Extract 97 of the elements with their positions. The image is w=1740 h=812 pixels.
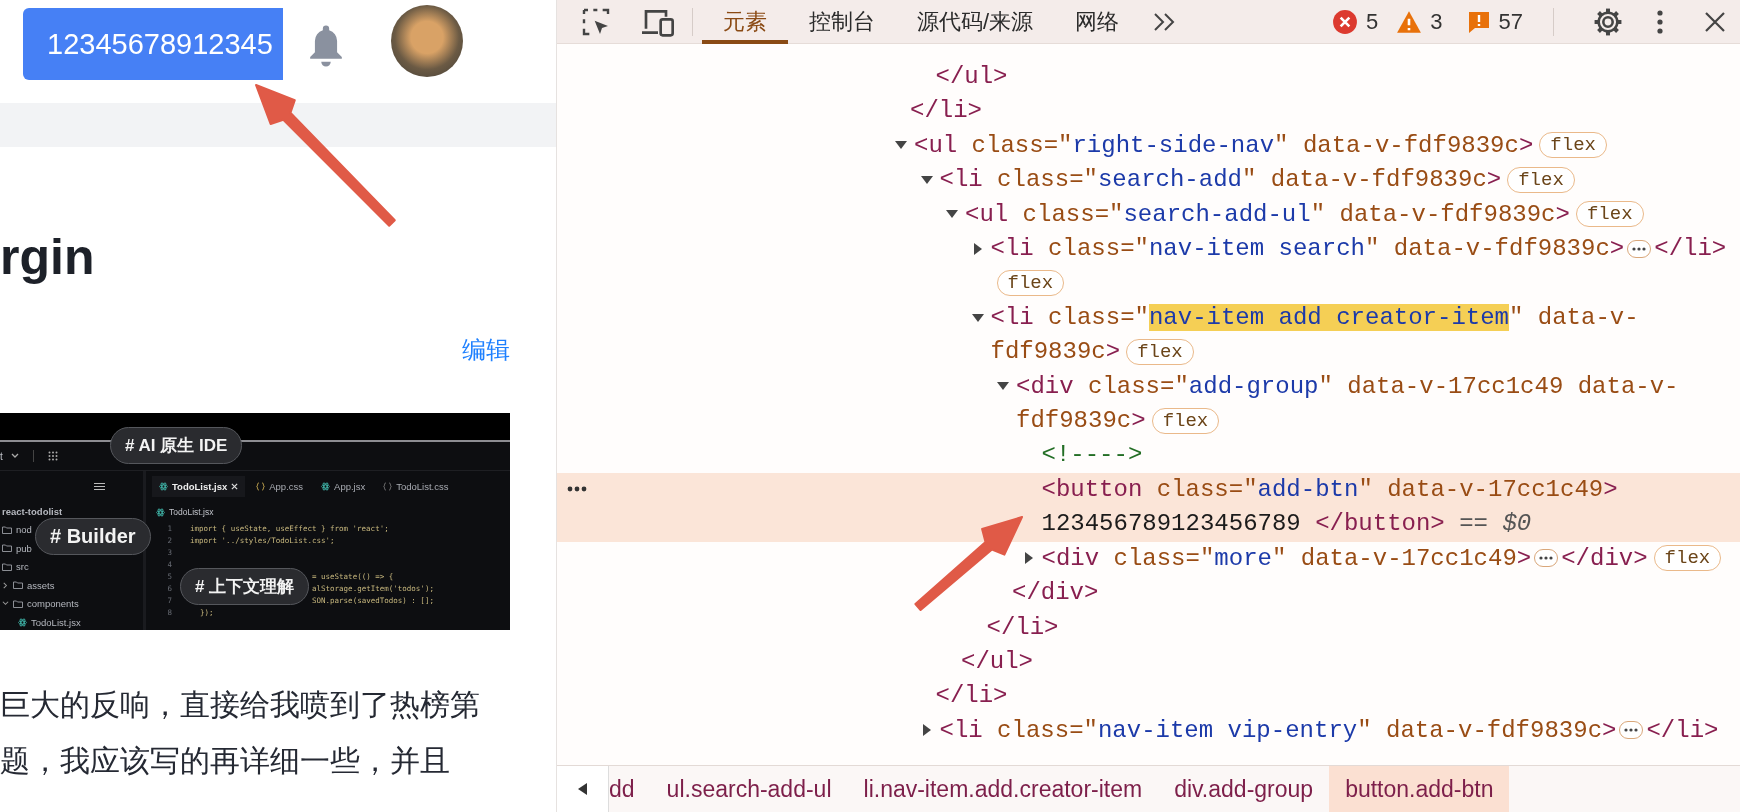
- braces-file-icon: [256, 482, 266, 491]
- file-tree-item[interactable]: pub: [16, 542, 32, 554]
- chevron-down-icon: [10, 453, 19, 459]
- expand-button[interactable]: [1627, 239, 1652, 258]
- html-tag-code: <div class="add-group" data-v-17cc1c49 data-v-: [1016, 372, 1679, 400]
- dom-tree-row[interactable]: <li class="search-add" data-v-fdf9839c> flex: [557, 163, 1740, 198]
- html-tag-code: fdf9839c>: [1016, 407, 1146, 435]
- issues-button[interactable]: 57: [1466, 8, 1523, 35]
- scroll-left-button[interactable]: [557, 766, 609, 812]
- file-tree-item[interactable]: assets: [27, 579, 55, 591]
- error-icon: [1332, 8, 1358, 35]
- warning-icon: [1396, 9, 1423, 34]
- flex-badge[interactable]: flex: [1126, 338, 1194, 365]
- html-tag-code: fdf9839c>: [990, 338, 1121, 366]
- file-tree-item[interactable]: react-todolist: [2, 505, 63, 517]
- react-file-icon: [321, 482, 331, 491]
- file-breadcrumb: TodoList.jsx: [169, 507, 214, 517]
- ellipsis-icon: [1539, 556, 1554, 561]
- ellipsis-icon: [1632, 246, 1647, 251]
- breadcrumb-item[interactable]: div.add-group: [1158, 766, 1330, 812]
- dom-tree-row[interactable]: <ul class="right-side-nav" data-v-fdf9839c> flex: [557, 128, 1740, 164]
- grid-icon: [47, 451, 58, 461]
- create-button[interactable]: 12345678912345: [23, 8, 283, 80]
- breadcrumb-item[interactable]: li.nav-item.add.creator-item: [847, 766, 1159, 812]
- closing-tag-code: </li>: [910, 97, 982, 125]
- errors-button[interactable]: 5: [1332, 8, 1379, 35]
- settings-icon[interactable]: [1594, 7, 1622, 36]
- flex-badge[interactable]: flex: [1539, 132, 1607, 159]
- editor-tab[interactable]: App.jsx: [314, 476, 373, 497]
- chevron-right-icon[interactable]: [2, 581, 9, 589]
- html-tag-code: <li class="nav-item search" data-v-fdf9839c>: [990, 235, 1625, 263]
- edit-link[interactable]: 编辑: [462, 335, 510, 365]
- flex-badge[interactable]: flex: [996, 270, 1065, 297]
- devtools-tab[interactable]: 元素: [702, 0, 788, 44]
- html-tag-code: <li class="nav-item vip-entry" data-v-fdf9839c>: [939, 716, 1617, 744]
- ellipsis-icon[interactable]: [567, 485, 587, 492]
- devtools-tab[interactable]: 控制台: [788, 0, 896, 44]
- devtools-tab[interactable]: 源代码/来源: [896, 0, 1055, 44]
- editor-tab[interactable]: TodoList.jsx: [152, 476, 246, 497]
- dom-tree-row[interactable]: <div class="add-group" data-v-17cc1c49 data-v- fdf9839c> flex: [557, 369, 1740, 439]
- flex-badge[interactable]: flex: [1653, 545, 1722, 572]
- html-tag-code: <div class="more" data-v-17cc1c49>: [1041, 544, 1532, 572]
- react-file-icon: [156, 507, 165, 517]
- html-tag-code: <ul class="search-add-ul" data-v-fdf9839c>: [965, 200, 1570, 228]
- closing-tag-code: </ul>: [961, 647, 1033, 675]
- closing-tag-code: </ul>: [935, 63, 1008, 90]
- closing-tag-code: </li>: [935, 682, 1008, 710]
- dom-tree-row[interactable]: <li class="nav-item add creator-item" data-v- fdf9839c> flex: [557, 300, 1740, 370]
- flex-badge[interactable]: flex: [1575, 201, 1644, 228]
- ellipsis-icon: [1624, 728, 1639, 733]
- warnings-button[interactable]: 3: [1396, 8, 1443, 35]
- chevron-down-icon[interactable]: [2, 600, 9, 608]
- feature-tag: # Builder: [35, 518, 151, 555]
- closing-tag-code: </li>: [1646, 716, 1719, 744]
- paragraph-line: 题，我应该写的再详细一些，并且: [0, 743, 451, 779]
- html-tag-code: <button class="add-btn" data-v-17cc1c49>: [1041, 475, 1618, 503]
- file-tree-item[interactable]: TodoList.jsx: [31, 616, 81, 628]
- html-tag-code: <ul class="right-side-nav" data-v-fdf9839c>: [914, 131, 1534, 159]
- flex-badge[interactable]: flex: [1151, 407, 1220, 434]
- dom-tree-row[interactable]: <li class="nav-item vip-entry" data-v-fdf9839c> </li>: [557, 713, 1740, 749]
- feature-tag: # AI 原生 IDE: [110, 427, 243, 464]
- braces-file-icon: [383, 482, 393, 491]
- devtools-tab[interactable]: 网络: [1054, 0, 1141, 44]
- react-file-icon: [18, 617, 27, 627]
- editor-tab[interactable]: TodoList.css: [376, 476, 456, 497]
- file-tree-item[interactable]: components: [27, 598, 79, 610]
- issue-icon: [1466, 9, 1491, 34]
- article-title: rgin: [0, 228, 95, 287]
- breadcrumb-item[interactable]: button.add-btn: [1329, 766, 1510, 812]
- menu-label: t: [0, 450, 3, 462]
- feature-tag: # 上下文理解: [180, 568, 310, 605]
- flex-badge[interactable]: flex: [1507, 166, 1575, 193]
- dom-tree-row[interactable]: <ul class="search-add-ul" data-v-fdf9839c> flex: [557, 197, 1740, 233]
- filter-icon: [94, 482, 105, 491]
- more-options-icon[interactable]: [1656, 8, 1664, 35]
- element-text-code: 123456789123456789 </button>: [1041, 510, 1445, 538]
- breadcrumb-item[interactable]: ul.search-add-ul: [650, 766, 848, 812]
- html-comment-code: <!---->: [1041, 441, 1143, 469]
- react-file-icon: [159, 482, 168, 491]
- dom-tree-row[interactable]: <li class="nav-item search" data-v-fdf9839c> </li> flex: [557, 232, 1740, 301]
- expand-button[interactable]: [1619, 721, 1644, 740]
- closing-tag-code: </div>: [1012, 579, 1099, 607]
- paragraph-line: 巨大的反响，直接给我喷到了热榜第: [0, 687, 481, 723]
- console-reference: == $0: [1458, 510, 1532, 538]
- file-tree-item[interactable]: src: [16, 561, 29, 573]
- file-tree-item[interactable]: nod: [16, 524, 32, 536]
- closing-tag-code: </div>: [1561, 544, 1648, 572]
- html-tag-code: <li class="search-add" data-v-fdf9839c>: [939, 166, 1502, 194]
- expand-button[interactable]: [1534, 549, 1559, 568]
- dom-tree-row[interactable]: <button class="add-btn" data-v-17cc1c49> 123456789123456789 </button> == $0: [557, 472, 1740, 542]
- breadcrumb-item[interactable]: dd: [609, 766, 651, 812]
- close-icon[interactable]: [1704, 10, 1726, 33]
- dom-tree-row[interactable]: <div class="more" data-v-17cc1c49> </div> flex: [557, 541, 1740, 577]
- editor-tab[interactable]: App.css: [249, 476, 311, 497]
- closing-tag-code: </li>: [986, 613, 1059, 641]
- closing-tag-code: </li>: [1654, 235, 1727, 263]
- triangle-left-icon: [577, 783, 588, 795]
